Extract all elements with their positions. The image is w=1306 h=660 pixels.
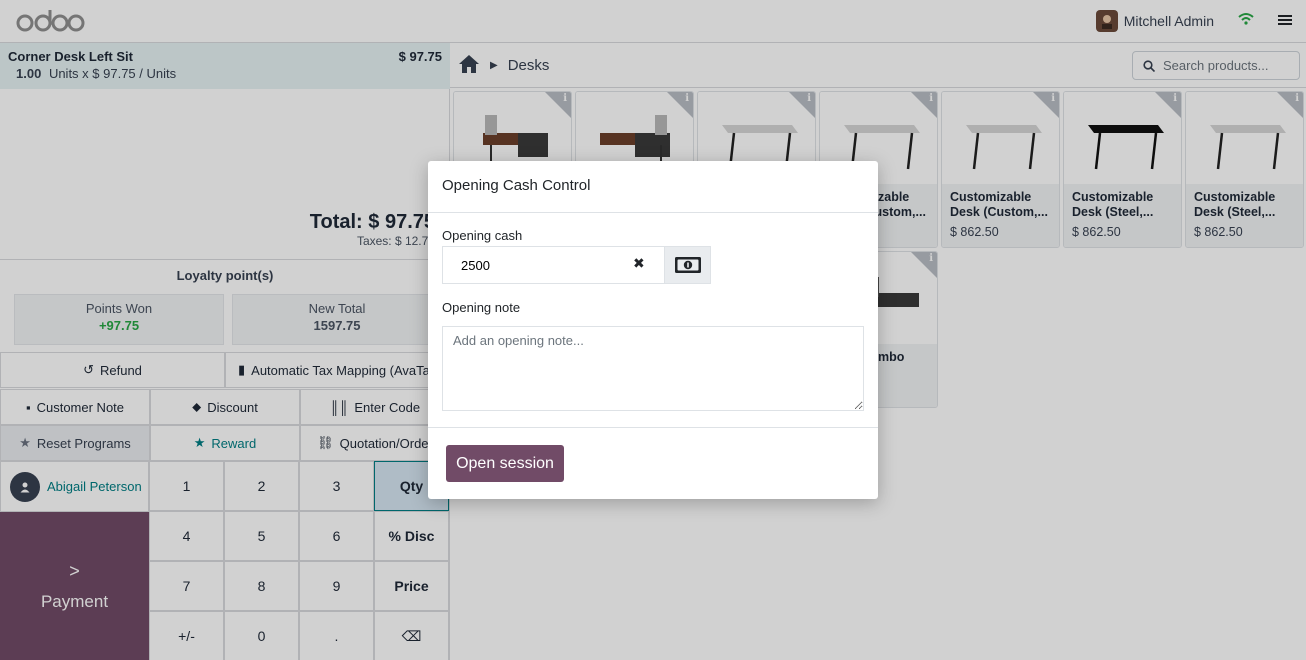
opening-cash-label: Opening cash [442, 228, 523, 243]
dialog-title: Opening Cash Control [442, 177, 591, 194]
opening-note-label: Opening note [442, 300, 521, 315]
opening-cash-field[interactable] [442, 246, 664, 284]
open-session-button[interactable]: Open session [446, 445, 564, 482]
opening-cash-input[interactable] [461, 257, 621, 273]
money-bill-icon [674, 257, 701, 273]
cash-details-button[interactable] [664, 246, 711, 284]
divider [428, 427, 878, 428]
clear-icon[interactable]: ✖ [633, 255, 645, 272]
divider [428, 212, 878, 213]
opening-cash-dialog: Opening Cash Control Opening cash ✖ Open… [428, 161, 878, 499]
opening-note-textarea[interactable] [442, 326, 864, 411]
